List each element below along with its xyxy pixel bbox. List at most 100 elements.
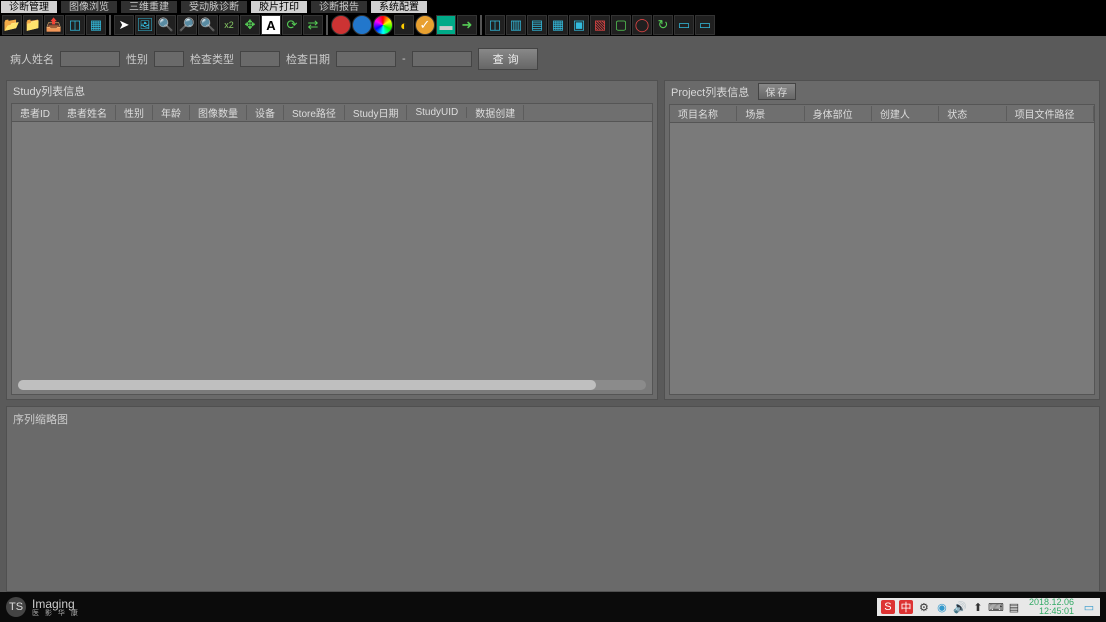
patient-name-input[interactable] (60, 51, 120, 67)
status-bar: TS Imaging 医 影 华 康 S 中 ⚙ ◉ 🔊 ⬆ ⌨ ▤ 2018.… (0, 592, 1106, 622)
menu-bar: 诊断管理 图像浏览 三维重建 受动脉诊断 胶片打印 诊断报告 系统配置 (0, 0, 1106, 14)
toolbar-separator (326, 15, 328, 35)
image-icon[interactable]: 🖼 (135, 15, 155, 35)
project-panel: Project列表信息 保存 项目名称 场景 身体部位 创建人 状态 项目文件路… (664, 80, 1100, 400)
patient-name-label: 病人姓名 (10, 51, 54, 67)
color-wheel-icon[interactable] (373, 15, 393, 35)
col-creator[interactable]: 创建人 (872, 106, 939, 121)
folder-open-icon[interactable]: 📂 (2, 15, 22, 35)
move-icon[interactable]: ✥ (240, 15, 260, 35)
col-age[interactable]: 年龄 (153, 105, 190, 120)
progress-icon[interactable]: ▭ (695, 15, 715, 35)
col-scene[interactable]: 场景 (737, 106, 804, 121)
rotate-icon[interactable]: ↻ (653, 15, 673, 35)
col-store-path[interactable]: Store路径 (284, 105, 345, 120)
col-patient-id[interactable]: 患者ID (12, 105, 59, 120)
col-patient-name[interactable]: 患者姓名 (59, 105, 116, 120)
refresh-icon[interactable]: ⟳ (282, 15, 302, 35)
study-table[interactable]: 患者ID 患者姓名 性别 年龄 图像数量 设备 Store路径 Study日期 … (11, 103, 653, 395)
green-square-icon[interactable]: ▢ (611, 15, 631, 35)
tray-time: 12:45:01 (1029, 607, 1074, 616)
zoom-x2-icon[interactable]: x2 (219, 15, 239, 35)
menu-tab-image-view[interactable]: 图像浏览 (60, 0, 118, 14)
folder-up-icon[interactable]: 📤 (44, 15, 64, 35)
search-row: 病人姓名 性别 检查类型 检查日期 - 查询 (6, 40, 1100, 80)
folder-icon[interactable]: 📁 (23, 15, 43, 35)
study-hscrollbar[interactable] (18, 380, 646, 390)
gallery-icon[interactable]: ◫ (485, 15, 505, 35)
brand-name: Imaging (32, 598, 80, 610)
tray-up-icon[interactable]: ⬆ (971, 600, 985, 614)
tray-misc-icon[interactable]: ▤ (1007, 600, 1021, 614)
system-tray: S 中 ⚙ ◉ 🔊 ⬆ ⌨ ▤ 2018.12.06 12:45:01 ▭ (877, 598, 1100, 616)
crop-icon[interactable]: ▧ (590, 15, 610, 35)
date-separator: - (402, 53, 406, 65)
menu-tab-artery[interactable]: 受动脉诊断 (180, 0, 248, 14)
window-grid-icon[interactable]: ◫ (65, 15, 85, 35)
tray-network-icon[interactable]: ◉ (935, 600, 949, 614)
circle-blue-icon[interactable] (352, 15, 372, 35)
menu-tab-diagnosis[interactable]: 诊断管理 (0, 0, 58, 14)
menu-tab-film-print[interactable]: 胶片打印 (250, 0, 308, 14)
date-to-input[interactable] (412, 51, 472, 67)
project-table-header: 项目名称 场景 身体部位 创建人 状态 项目文件路径 (670, 105, 1094, 123)
tray-keyboard-icon[interactable]: ⌨ (989, 600, 1003, 614)
query-button[interactable]: 查询 (478, 48, 538, 70)
palette-icon[interactable]: ◐ (394, 15, 414, 35)
save-button[interactable]: 保存 (758, 83, 796, 100)
text-a-icon[interactable]: A (261, 15, 281, 35)
tray-show-desktop-icon[interactable]: ▭ (1082, 600, 1096, 614)
green-arrow-icon[interactable]: ➜ (457, 15, 477, 35)
zoom-out-icon[interactable]: 🔍 (156, 15, 176, 35)
panels: Study列表信息 患者ID 患者姓名 性别 年龄 图像数量 设备 Store路… (6, 80, 1100, 400)
brand-logo-icon: TS (6, 597, 26, 617)
layout-grid-icon[interactable]: ▦ (548, 15, 568, 35)
col-study-uid[interactable]: StudyUID (407, 107, 467, 118)
check-icon[interactable]: ✓ (415, 15, 435, 35)
magnifier-icon[interactable]: 🔍 (198, 15, 218, 35)
tray-clock[interactable]: 2018.12.06 12:45:01 (1025, 598, 1078, 616)
layout-3col-icon[interactable]: ▤ (527, 15, 547, 35)
sex-input[interactable] (154, 51, 184, 67)
col-sex[interactable]: 性别 (116, 105, 153, 120)
layout-1x2-icon[interactable]: ▣ (569, 15, 589, 35)
col-device[interactable]: 设备 (247, 105, 284, 120)
tray-settings-icon[interactable]: ⚙ (917, 600, 931, 614)
layout-2-icon[interactable]: ▥ (506, 15, 526, 35)
sync-icon[interactable]: ⇄ (303, 15, 323, 35)
exam-date-label: 检查日期 (286, 51, 330, 67)
col-project-name[interactable]: 项目名称 (670, 106, 737, 121)
col-project-path[interactable]: 项目文件路径 (1007, 106, 1094, 121)
toolbar: 📂 📁 📤 ◫ ▦ ➤ 🖼 🔍 🔎 🔍 x2 ✥ A ⟳ ⇄ ◐ ✓ ▬ ➜ ◫… (0, 14, 1106, 36)
study-panel: Study列表信息 患者ID 患者姓名 性别 年龄 图像数量 设备 Store路… (6, 80, 658, 400)
ime-lang-icon[interactable]: 中 (899, 600, 913, 614)
project-table[interactable]: 项目名称 场景 身体部位 创建人 状态 项目文件路径 (669, 104, 1095, 395)
exam-type-input[interactable] (240, 51, 280, 67)
date-from-input[interactable] (336, 51, 396, 67)
col-body-part[interactable]: 身体部位 (805, 106, 872, 121)
circle-red-icon[interactable] (331, 15, 351, 35)
grid-icon[interactable]: ▦ (86, 15, 106, 35)
col-data-created[interactable]: 数据创建 (467, 105, 524, 120)
brand-subtitle: 医 影 华 康 (32, 610, 80, 617)
menu-tab-3d[interactable]: 三维重建 (120, 0, 178, 14)
col-study-date[interactable]: Study日期 (345, 105, 408, 120)
col-image-count[interactable]: 图像数量 (190, 105, 247, 120)
main-area: 病人姓名 性别 检查类型 检查日期 - 查询 Study列表信息 患者ID 患者… (0, 36, 1106, 592)
sex-label: 性别 (126, 51, 148, 67)
project-panel-title: Project列表信息 保存 (665, 81, 1099, 104)
zoom-in-icon[interactable]: 🔎 (177, 15, 197, 35)
col-status[interactable]: 状态 (939, 106, 1006, 121)
pointer-icon[interactable]: ➤ (114, 15, 134, 35)
menu-tab-report[interactable]: 诊断报告 (310, 0, 368, 14)
menu-tab-config[interactable]: 系统配置 (370, 0, 428, 14)
tray-volume-icon[interactable]: 🔊 (953, 600, 967, 614)
thumbnail-panel: 序列缩略图 (6, 406, 1100, 592)
ime-icon[interactable]: S (881, 600, 895, 614)
exam-type-label: 检查类型 (190, 51, 234, 67)
windows-icon[interactable]: ▭ (674, 15, 694, 35)
project-title-text: Project列表信息 (671, 87, 749, 99)
red-circle-icon[interactable]: ◯ (632, 15, 652, 35)
study-table-header: 患者ID 患者姓名 性别 年龄 图像数量 设备 Store路径 Study日期 … (12, 104, 652, 122)
teal-bar-icon[interactable]: ▬ (436, 15, 456, 35)
